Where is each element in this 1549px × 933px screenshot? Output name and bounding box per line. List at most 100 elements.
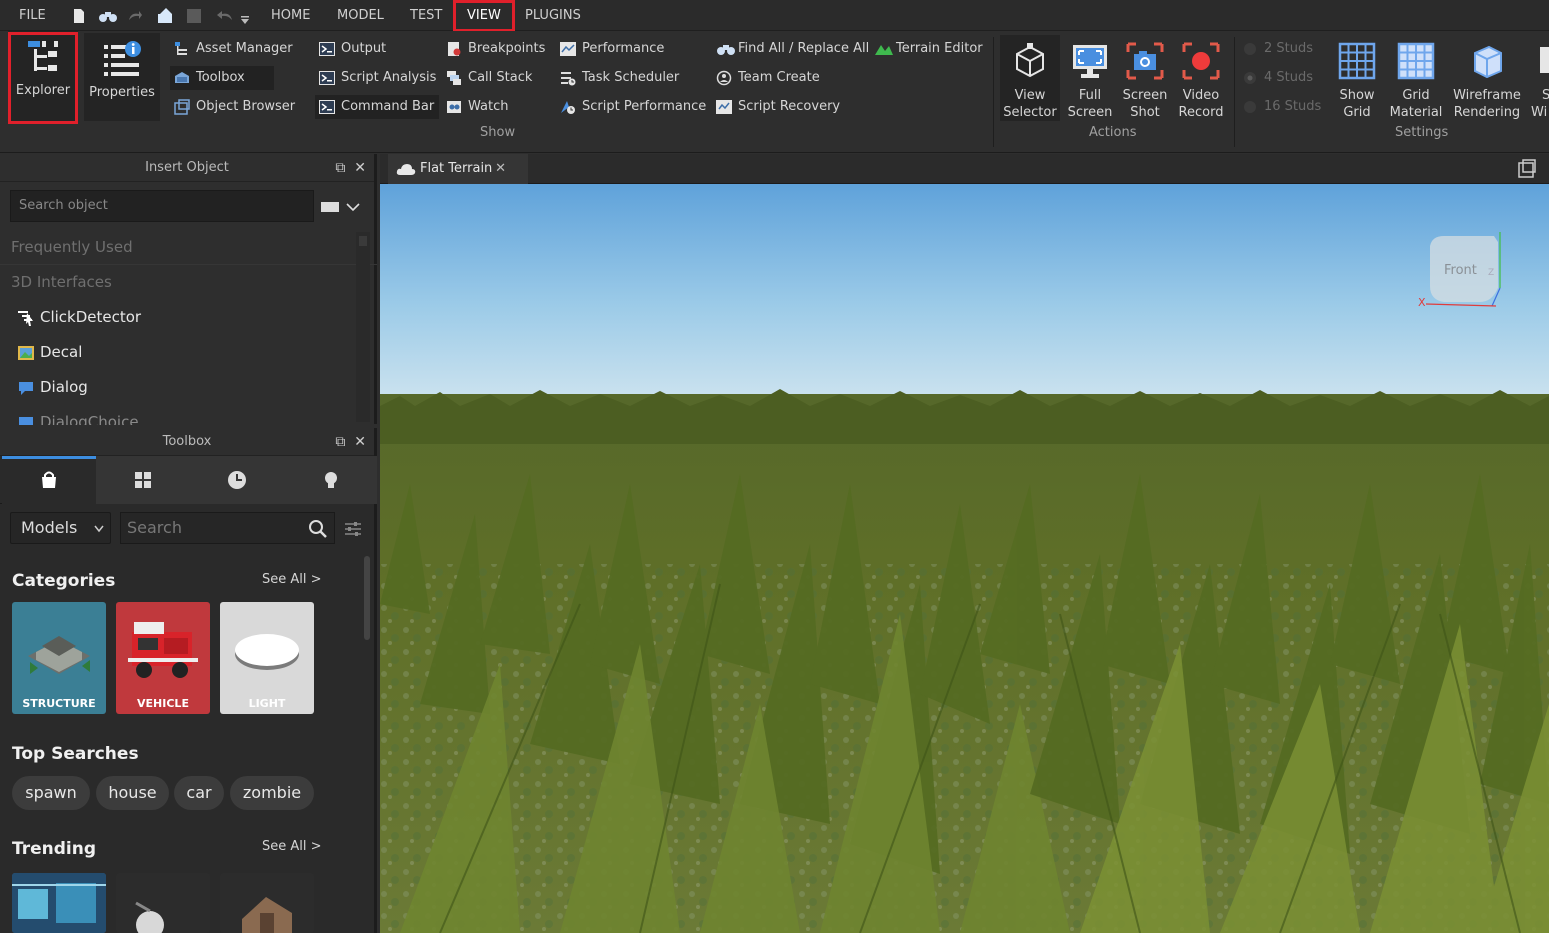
structure-building-icon [28,636,90,674]
insert-object-header: Insert Object ⧉ ✕ [0,154,374,182]
full-screen-button[interactable]: Full Screen [1063,35,1117,121]
binoculars-icon[interactable] [98,8,118,24]
screen-shot-button[interactable]: Screen Shot [1119,35,1171,121]
terrain-editor-button[interactable]: Terrain Editor [870,37,983,61]
command-bar-icon [319,100,335,114]
cut-off-button[interactable]: S Wi [1528,35,1549,121]
new-file-icon[interactable] [71,8,87,24]
radio-icon [1244,43,1256,55]
category-frequently-used[interactable]: Frequently Used [0,230,377,265]
stud-4-option[interactable]: 4 Studs [1238,66,1313,90]
tab-marketplace[interactable] [96,456,190,504]
watch-button[interactable]: Watch [442,95,508,119]
script-analysis-button[interactable]: Script Analysis [315,66,436,90]
search-icon[interactable] [308,519,328,539]
insert-object-panel: Insert Object ⧉ ✕ Search object Frequent… [0,154,377,425]
grid-squares-icon [135,472,151,488]
search-pill-car[interactable]: car [174,776,224,810]
tab-inventory[interactable] [2,456,96,504]
redo-arrow-icon[interactable] [127,8,143,24]
tab-flat-terrain[interactable]: Flat Terrain ✕ [388,154,528,184]
toolbox-search-input[interactable]: Search [120,512,335,544]
wireframe-label-1: Wireframe [1453,88,1521,103]
task-scheduler-button[interactable]: Task Scheduler [556,66,679,90]
toolbox-toggle-label: Toolbox [196,70,245,85]
close-icon[interactable]: ✕ [354,434,366,450]
stud-16-option[interactable]: 16 Studs [1238,95,1321,119]
view-mode-dropdown-icon[interactable] [320,200,360,214]
properties-button[interactable]: Properties [84,33,160,121]
category-dropdown[interactable]: Models [10,512,111,544]
category-card-structure[interactable]: STRUCTURE [12,602,106,714]
watch-icon [447,101,461,113]
command-bar-button[interactable]: Command Bar [315,95,439,119]
insert-object-scrollbar[interactable] [356,232,370,422]
view-selector-label-1: View [1014,88,1046,103]
view-cube[interactable]: Front X Z [1418,232,1502,309]
trending-see-all-link[interactable]: See All > [262,839,322,854]
output-button[interactable]: Output [315,37,386,61]
close-tab-icon[interactable]: ✕ [495,154,506,184]
find-replace-all-button[interactable]: Find All / Replace All [712,37,869,61]
category-card-light[interactable]: LIGHT [220,602,314,714]
tab-creations[interactable] [284,456,377,504]
tab-plugins[interactable]: PLUGINS [525,0,581,31]
viewport-3d[interactable]: Front X Z [380,184,1549,933]
video-record-button[interactable]: Video Record [1174,35,1228,121]
list-item-decal[interactable]: Decal [0,335,377,370]
tab-test[interactable]: TEST [410,0,442,31]
grid-material-button[interactable]: Grid Material [1388,35,1444,121]
undo-icon[interactable] [214,8,234,24]
restore-window-icon[interactable] [1517,159,1537,179]
list-item-clickdetector[interactable]: ClickDetector [0,300,377,335]
toolbox-scrollbar[interactable] [364,556,370,640]
publish-icon[interactable] [156,8,176,24]
team-create-button[interactable]: Team Create [712,66,820,90]
toolbox-header: Toolbox ⧉ ✕ [0,428,374,456]
call-stack-button[interactable]: Call Stack [442,66,532,90]
tab-recent[interactable] [190,456,284,504]
category-3d-interfaces[interactable]: 3D Interfaces [0,265,377,300]
list-item-dialogchoice[interactable]: DialogChoice [0,405,377,425]
search-pill-spawn[interactable]: spawn [12,776,90,810]
toolbox-search-placeholder: Search [127,518,182,537]
script-performance-label: Script Performance [582,99,707,114]
customize-toolbar-icon[interactable] [240,12,250,28]
stop-icon[interactable] [186,8,202,24]
insert-object-search-input[interactable]: Search object [10,190,314,222]
performance-button[interactable]: Performance [556,37,664,61]
view-selector-button[interactable]: View Selector [1000,35,1060,121]
file-menu[interactable]: FILE [19,0,46,31]
lightbulb-icon [324,472,337,488]
undock-icon[interactable]: ⧉ [335,434,345,450]
category-card-vehicle[interactable]: VEHICLE [116,602,210,714]
trending-item-2[interactable] [116,873,210,933]
stud-2-option[interactable]: 2 Studs [1238,37,1313,61]
breakpoints-button[interactable]: Breakpoints [442,37,545,61]
tab-model[interactable]: MODEL [337,0,384,31]
document-tabs: Flat Terrain ✕ [380,154,1549,184]
tab-home[interactable]: HOME [271,0,310,31]
trending-item-1[interactable] [12,873,106,933]
close-icon[interactable]: ✕ [354,160,366,176]
asset-manager-button[interactable]: Asset Manager [170,37,293,61]
insert-object-list: Frequently Used 3D Interfaces ClickDetec… [0,230,377,425]
view-cube-front-label: Front [1444,263,1477,278]
search-pill-house[interactable]: house [96,776,169,810]
task-scheduler-label: Task Scheduler [582,70,680,85]
toolbox-toggle-button[interactable]: Toolbox [170,66,274,90]
wireframe-rendering-button[interactable]: Wireframe Rendering [1450,35,1524,121]
undock-icon[interactable]: ⧉ [335,160,345,176]
view-selector-label-2: Selector [1003,105,1057,120]
list-item-dialog[interactable]: Dialog [0,370,377,405]
categories-see-all-link[interactable]: See All > [262,572,322,587]
structure-label: STRUCTURE [22,697,96,710]
object-browser-button[interactable]: Object Browser [170,95,295,119]
search-pill-zombie[interactable]: zombie [230,776,314,810]
trending-item-3[interactable] [220,873,314,933]
script-recovery-button[interactable]: Script Recovery [712,95,840,119]
output-label: Output [341,41,387,56]
filter-sliders-icon[interactable] [344,520,362,538]
show-grid-button[interactable]: Show Grid [1330,35,1384,121]
script-performance-button[interactable]: Script Performance [556,95,706,119]
